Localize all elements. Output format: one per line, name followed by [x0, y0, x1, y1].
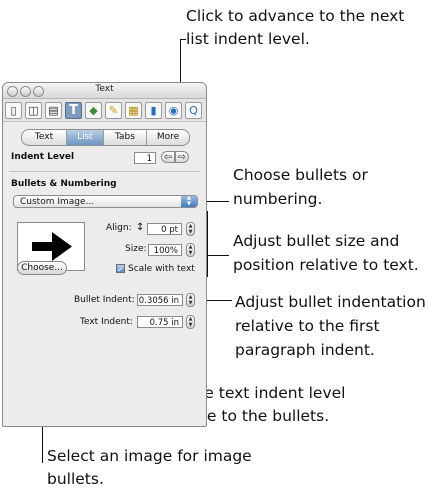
- callout-indent-line3: paragraph indent.: [235, 341, 375, 359]
- callout-advance-line1: Click to advance to the next: [186, 7, 405, 25]
- text-indent-field[interactable]: 0.75 in: [137, 316, 183, 328]
- align-label: Align:: [106, 223, 132, 233]
- callout-choose-line1: Choose bullets or: [233, 166, 368, 184]
- tab-bar: Text List Tabs More: [21, 129, 190, 146]
- scale-with-text-label: Scale with text: [128, 264, 195, 274]
- chart-inspector-icon[interactable]: ▮: [145, 102, 162, 119]
- tab-more[interactable]: More: [147, 130, 189, 145]
- table-inspector-icon[interactable]: ▦: [125, 102, 142, 119]
- decrease-indent-button[interactable]: ⇦: [161, 151, 175, 163]
- text-indent-label: Text Indent:: [80, 317, 133, 327]
- leader-size-bracket: [207, 211, 208, 277]
- leader-advance-tick: [180, 39, 186, 40]
- pencil-inspector-icon[interactable]: ✎: [105, 102, 122, 119]
- quicktime-inspector-icon[interactable]: Q: [185, 102, 202, 119]
- tab-tabs[interactable]: Tabs: [104, 130, 146, 145]
- title-bar: Text: [3, 83, 206, 99]
- align-arrows-icon: ↕: [136, 222, 145, 233]
- callout-indent-line1: Adjust bullet indentation: [235, 293, 426, 311]
- bullet-indent-label: Bullet Indent:: [74, 295, 135, 305]
- indent-level-field[interactable]: 1: [134, 152, 156, 164]
- choose-image-button[interactable]: Choose...: [17, 261, 67, 275]
- text-inspector-icon[interactable]: T: [65, 102, 82, 119]
- bullets-popup-value: Custom Image...: [20, 197, 95, 207]
- bullet-indent-field[interactable]: 0.3056 in: [137, 294, 183, 306]
- callout-indent-line2: relative to the first: [235, 317, 380, 335]
- callout-size-line2: position relative to text.: [233, 256, 419, 274]
- link-inspector-icon[interactable]: ◉: [165, 102, 182, 119]
- bullets-numbering-label: Bullets & Numbering: [11, 179, 117, 189]
- size-stepper[interactable]: ▲ ▼: [186, 243, 195, 257]
- layout-inspector-icon[interactable]: ◫: [25, 102, 42, 119]
- indent-level-label: Indent Level: [11, 152, 75, 162]
- popup-arrows-icon: ▲ ▼: [181, 195, 197, 207]
- size-label: Size:: [125, 244, 147, 254]
- callout-image-line2: bullets.: [47, 470, 104, 488]
- size-field[interactable]: 100%: [148, 244, 182, 256]
- inspector-toolbar: ▯ ◫ ▤ T ◆ ✎ ▦ ▮ ◉ Q: [3, 99, 206, 122]
- leader-size: [207, 255, 229, 256]
- callout-size-line1: Adjust bullet size and: [233, 232, 400, 250]
- window-title: Text: [95, 84, 114, 94]
- callout-choose-line2: numbering.: [233, 190, 323, 208]
- callout-advance-line2: list indent level.: [186, 30, 310, 48]
- tab-list[interactable]: List: [67, 130, 103, 145]
- shapes-inspector-icon[interactable]: ◆: [85, 102, 102, 119]
- tab-text[interactable]: Text: [22, 130, 66, 145]
- bullet-indent-stepper[interactable]: ▲ ▼: [186, 293, 195, 307]
- increase-indent-button[interactable]: ⇨: [175, 151, 189, 163]
- text-inspector-window: Text ▯ ◫ ▤ T ◆ ✎ ▦ ▮ ◉ Q Text List Tabs …: [2, 82, 207, 427]
- callout-image-line1: Select an image for image: [47, 447, 252, 465]
- document-inspector-icon[interactable]: ▯: [5, 102, 22, 119]
- align-field[interactable]: 0 pt: [147, 223, 182, 235]
- text-indent-stepper[interactable]: ▲ ▼: [186, 315, 195, 329]
- graphic-inspector-icon[interactable]: ▤: [45, 102, 62, 119]
- section-divider: [9, 171, 200, 172]
- align-stepper[interactable]: ▲ ▼: [186, 222, 195, 236]
- scale-with-text-checkbox[interactable]: ✓: [116, 264, 125, 274]
- bullets-popup[interactable]: Custom Image... ▲ ▼: [13, 195, 198, 208]
